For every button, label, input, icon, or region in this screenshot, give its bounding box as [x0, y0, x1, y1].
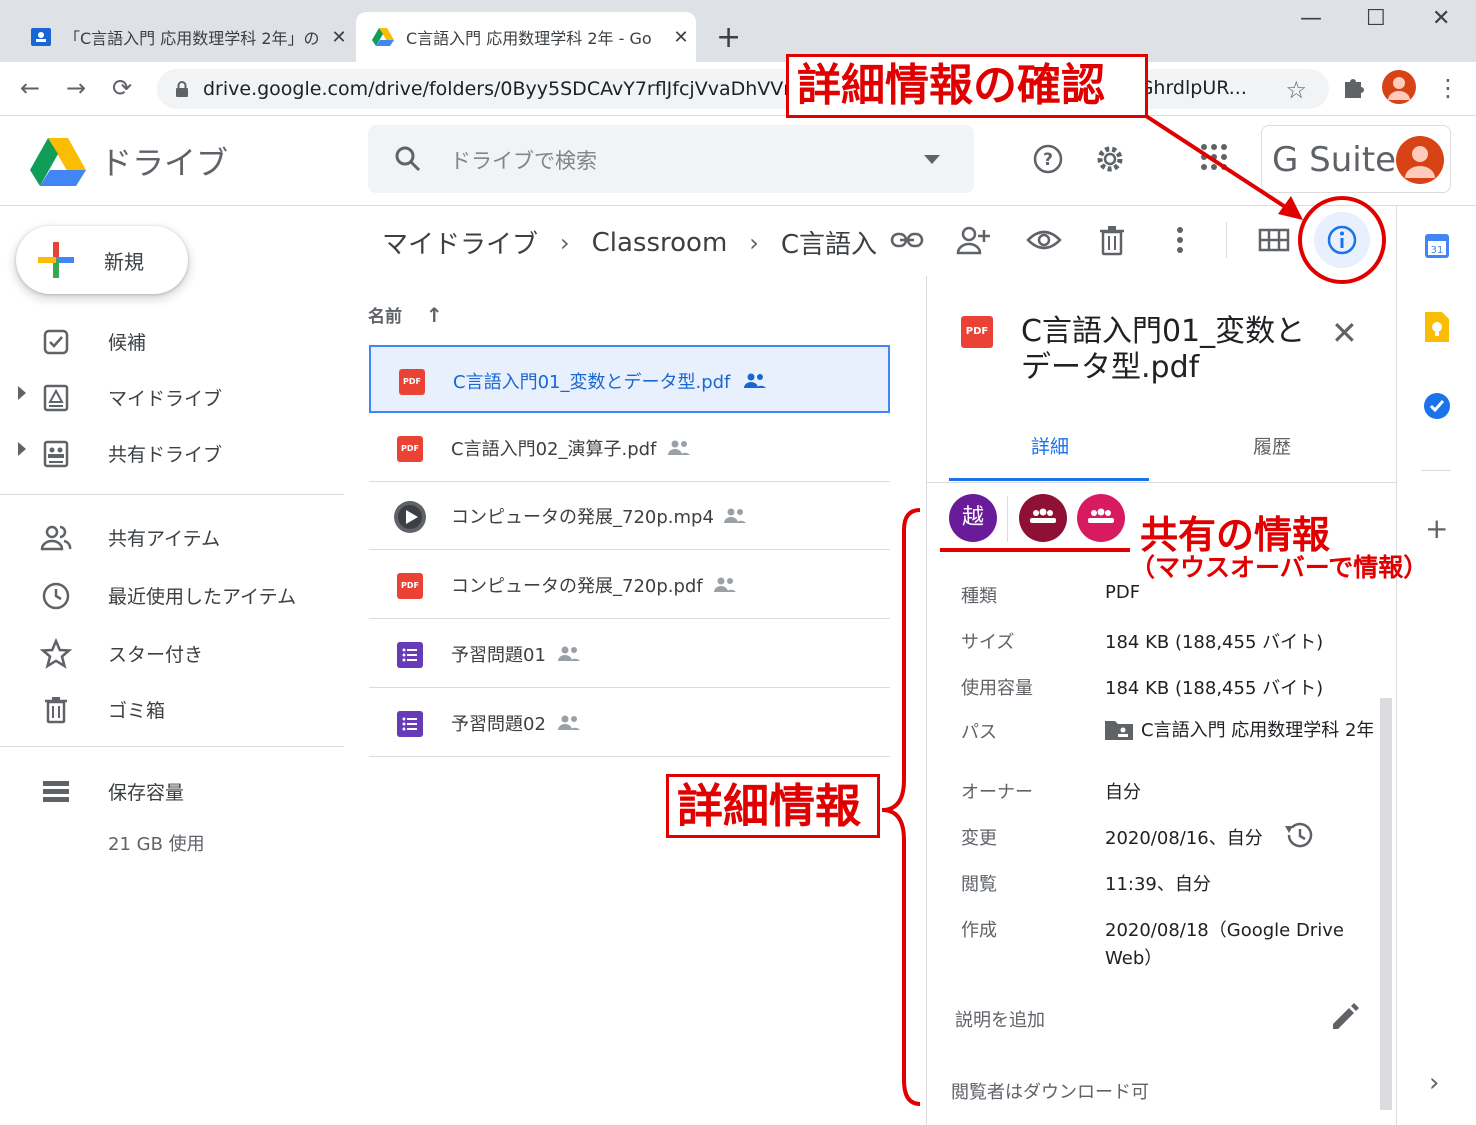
- annotation-share-hint: （マウスオーバーで情報）: [1130, 553, 1429, 582]
- annotation-detail-check: 詳細情報の確認: [786, 54, 1148, 118]
- annotation-detail-info: 詳細情報: [666, 774, 880, 838]
